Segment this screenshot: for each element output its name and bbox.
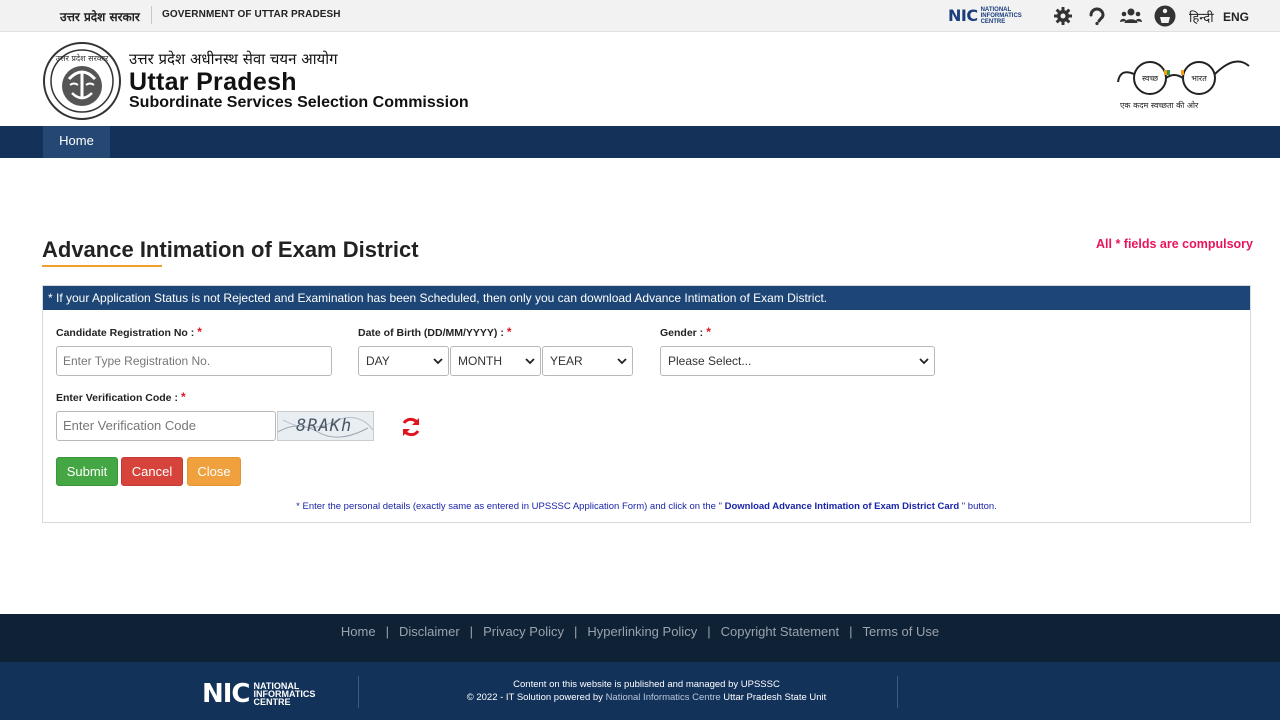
sitemap-icon[interactable] bbox=[1154, 5, 1176, 27]
footer-link-copyright[interactable]: Copyright Statement bbox=[721, 624, 840, 639]
swachh-left-text: स्वच्छ bbox=[1142, 74, 1159, 83]
nic-link[interactable]: National Informatics Centre bbox=[606, 692, 721, 703]
nic-logo-small[interactable]: NIC NATIONAL INFORMATICS CENTRE bbox=[948, 6, 1022, 25]
registration-label: Candidate Registration No : * bbox=[56, 325, 202, 339]
footer-link-home[interactable]: Home bbox=[341, 624, 376, 639]
cancel-button[interactable]: Cancel bbox=[121, 457, 183, 486]
site-subtitle: Subordinate Services Selection Commissio… bbox=[129, 94, 469, 111]
swachh-right-text: भारत bbox=[1191, 74, 1207, 83]
divider bbox=[151, 6, 152, 24]
gov-hindi-text: उत्तर प्रदेश सरकार bbox=[60, 10, 140, 24]
footer-content-note: Content on this website is published and… bbox=[513, 679, 780, 690]
main-navigation: Home bbox=[0, 126, 1280, 158]
chevron-down-icon bbox=[919, 358, 929, 365]
nav-home-tab[interactable]: Home bbox=[43, 126, 110, 158]
site-header: उत्तर प्रदेश सरकार उत्तर प्रदेश अधीनस्थ … bbox=[0, 32, 1280, 126]
footer-link-terms[interactable]: Terms of Use bbox=[863, 624, 940, 639]
registration-number-input[interactable]: Enter Type Registration No. bbox=[56, 346, 332, 376]
nic-mark: NIC bbox=[948, 6, 978, 25]
dob-label: Date of Birth (DD/MM/YYYY) : * bbox=[358, 325, 512, 339]
site-title: Uttar Pradesh bbox=[129, 68, 297, 96]
users-icon[interactable] bbox=[1120, 5, 1142, 27]
gov-english-text: GOVERNMENT OF UTTAR PRADESH bbox=[162, 9, 341, 20]
chevron-down-icon bbox=[433, 358, 443, 365]
accessibility-icon[interactable] bbox=[1086, 5, 1108, 27]
instruction-note: * Enter the personal details (exactly sa… bbox=[296, 501, 997, 512]
commission-name-hindi: उत्तर प्रदेश अधीनस्थ सेवा चयन आयोग bbox=[129, 50, 338, 68]
title-underline bbox=[42, 265, 162, 267]
gender-select[interactable]: Please Select... bbox=[660, 346, 935, 376]
refresh-captcha-icon[interactable] bbox=[399, 415, 423, 439]
nic-words: NATIONAL INFORMATICS CENTRE bbox=[980, 6, 1022, 25]
chevron-down-icon bbox=[525, 358, 535, 365]
submit-button[interactable]: Submit bbox=[56, 457, 118, 486]
captcha-text: 8RAKh bbox=[296, 416, 353, 436]
close-button[interactable]: Close bbox=[187, 457, 241, 486]
verification-label: Enter Verification Code : * bbox=[56, 390, 186, 404]
info-banner: * If your Application Status is not Reje… bbox=[43, 286, 1250, 310]
emblem-text: उत्तर प्रदेश सरकार bbox=[56, 53, 109, 63]
footer-link-disclaimer[interactable]: Disclaimer bbox=[399, 624, 460, 639]
gender-label: Gender : * bbox=[660, 325, 711, 339]
footer-bottom: NIC NATIONAL INFORMATICS CENTRE Content … bbox=[0, 662, 1280, 720]
footer-links: Home | Disclaimer | Privacy Policy | Hyperlink… bbox=[0, 614, 1280, 662]
footer-copyright: © 2022 - IT Solution powered by National… bbox=[466, 692, 827, 703]
language-english-link[interactable]: ENG bbox=[1223, 10, 1249, 24]
dob-year-select[interactable]: YEAR bbox=[542, 346, 633, 376]
swachh-tagline: एक कदम स्वच्छता की ओर bbox=[1120, 100, 1199, 110]
footer-link-hyperlinking[interactable]: Hyperlinking Policy bbox=[587, 624, 697, 639]
language-hindi-link[interactable]: हिन्दी bbox=[1189, 8, 1214, 26]
gear-icon[interactable] bbox=[1052, 5, 1074, 27]
intimation-form-panel: * If your Application Status is not Reje… bbox=[42, 285, 1251, 523]
government-strip: उत्तर प्रदेश सरकार GOVERNMENT OF UTTAR P… bbox=[0, 0, 1280, 32]
footer-link-privacy[interactable]: Privacy Policy bbox=[483, 624, 564, 639]
captcha-image: 8RAKh bbox=[277, 411, 374, 441]
dob-month-select[interactable]: MONTH bbox=[450, 346, 541, 376]
swachh-bharat-logo: स्वच्छ भारत एक कदम स्वच्छता की ओर bbox=[1114, 50, 1254, 114]
chevron-down-icon bbox=[617, 358, 627, 365]
compulsory-fields-note: All * fields are compulsory bbox=[1096, 237, 1253, 251]
page-title: Advance Intimation of Exam District bbox=[42, 237, 419, 262]
dob-day-select[interactable]: DAY bbox=[358, 346, 449, 376]
verification-code-input[interactable]: Enter Verification Code bbox=[56, 411, 276, 441]
up-emblem-logo[interactable]: उत्तर प्रदेश सरकार bbox=[42, 41, 122, 121]
